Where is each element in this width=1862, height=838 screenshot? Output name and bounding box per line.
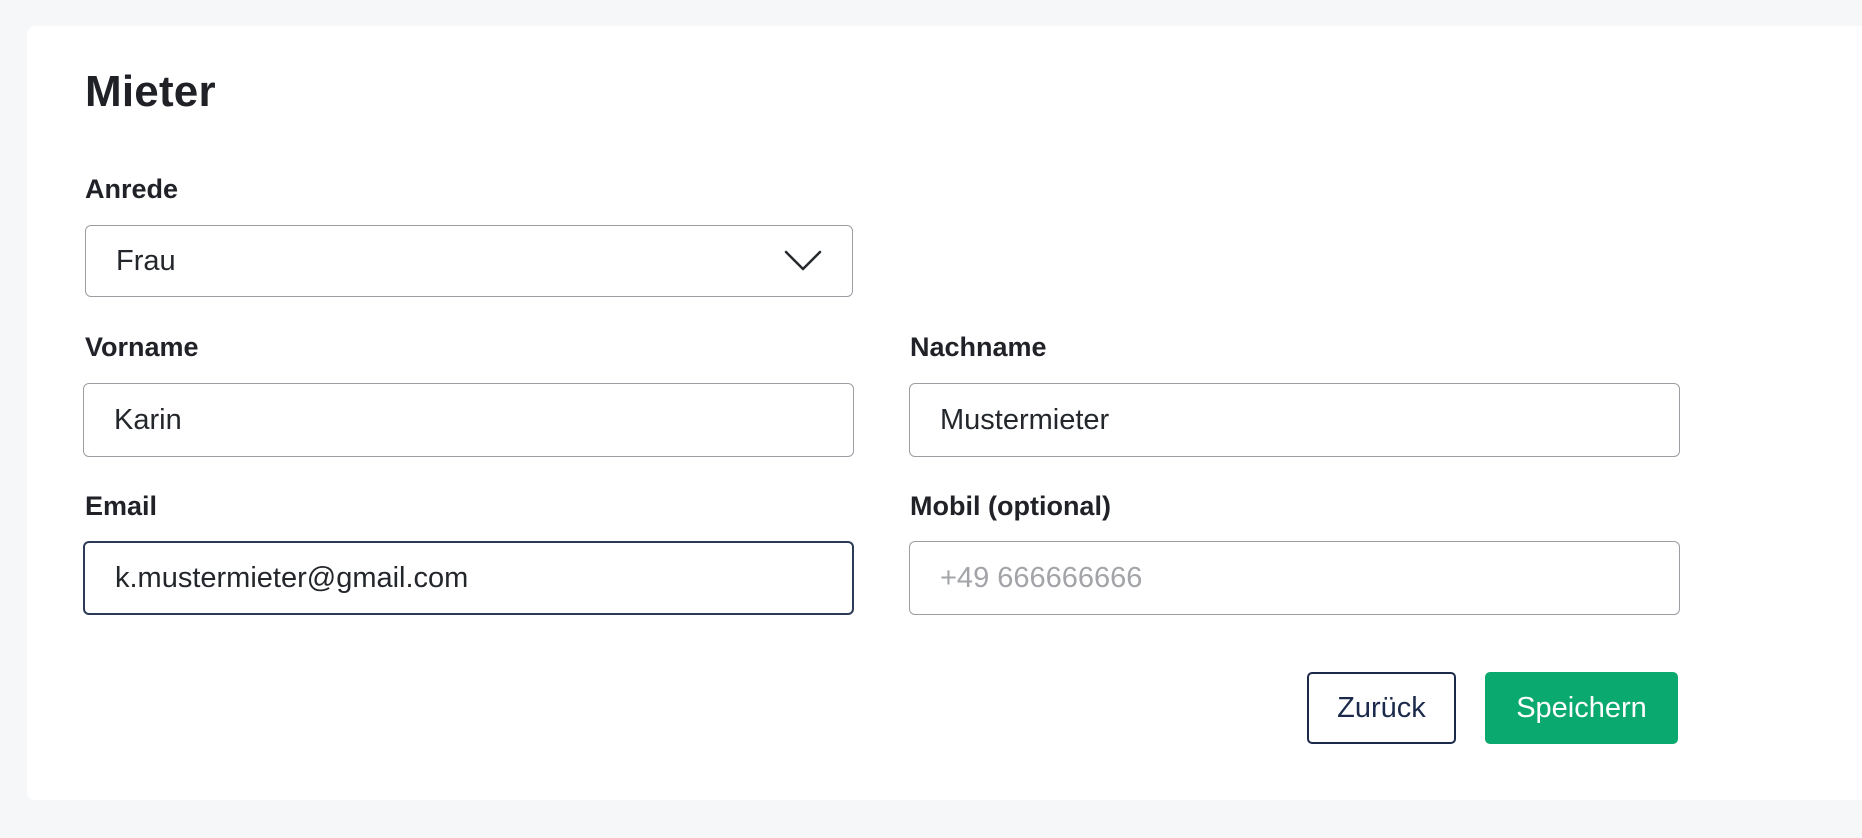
email-input[interactable] xyxy=(115,561,822,595)
mobile-input[interactable] xyxy=(940,561,1649,595)
first-name-label: Vorname xyxy=(85,332,199,362)
chevron-down-icon xyxy=(784,249,822,273)
last-name-label: Nachname xyxy=(910,332,1047,362)
email-label: Email xyxy=(85,491,158,521)
email-field[interactable] xyxy=(83,541,854,615)
salutation-select[interactable]: Frau xyxy=(85,225,853,297)
salutation-value: Frau xyxy=(116,244,176,277)
salutation-label: Anrede xyxy=(85,174,179,204)
page-title: Mieter xyxy=(85,67,216,116)
last-name-input[interactable] xyxy=(940,403,1649,437)
mobile-label: Mobil (optional) xyxy=(910,491,1111,521)
back-button[interactable]: Zurück xyxy=(1307,672,1456,744)
save-button[interactable]: Speichern xyxy=(1485,672,1678,744)
tenant-form-card: Mieter Anrede Frau Vorname Nachname Emai… xyxy=(27,26,1862,800)
mobile-field[interactable] xyxy=(909,541,1680,615)
first-name-field[interactable] xyxy=(83,383,854,457)
last-name-field[interactable] xyxy=(909,383,1680,457)
first-name-input[interactable] xyxy=(114,403,823,437)
